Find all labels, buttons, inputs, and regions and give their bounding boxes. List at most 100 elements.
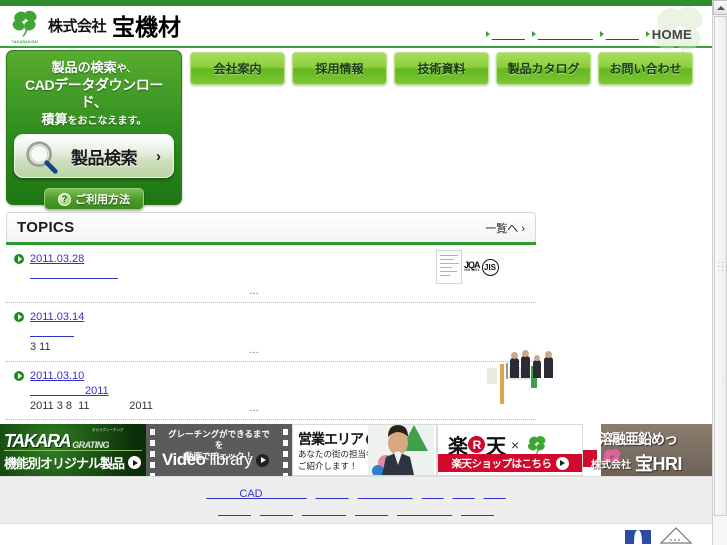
utility-navigation: ＿＿＿ ＿＿＿＿＿ ＿＿＿ HOME [485,26,692,42]
banner-sales-area[interactable]: 営業エリア あなたの街の担当者を ご紹介します！ [292,424,437,476]
footer-link-2f[interactable]: ＿＿＿ [461,503,494,520]
logo-romaji: TAKARAKIZAI [11,40,39,44]
takara-brand-label: TAKARA [4,431,72,451]
footer-link-2c[interactable]: ＿＿＿＿ [302,503,346,520]
util-nav-label-1: ＿＿＿ [491,29,525,41]
footer-link-1d[interactable]: ＿＿ [422,486,444,503]
arrow-right-icon [645,31,650,37]
film-perforation-right-icon [281,424,290,476]
topic-title-link[interactable]: ＿＿＿＿ [30,323,536,339]
video-caption-line1: グレーチングができるまでを [168,429,270,451]
topic-body: 2011 3 8 11 2011 [30,399,153,412]
jqa-sub-label: ISO 9001 [464,268,480,273]
logo-company-prefix: 株式会社 [48,17,107,35]
lead-line1-small: や、 [116,64,137,75]
util-nav-item-home[interactable]: HOME [645,27,692,42]
rakuten-shop-label: 楽天ショップはこちら [451,457,553,470]
util-nav-item-2[interactable]: ＿＿＿＿＿ [531,26,593,42]
film-perforation-left-icon [148,424,157,476]
topic-date-link[interactable]: 2011.03.28 [30,253,84,265]
product-search-button[interactable]: 製品検索 › [14,134,174,178]
scrollbar-track[interactable] [713,16,727,545]
jis-mark-icon: JIS [481,258,499,276]
topic-date-link[interactable]: 2011.03.14 [30,311,84,323]
banner-takara-hri[interactable]: 溶融亜鉛めっ 株式会社 宝HRI [583,424,712,476]
certificate-document-icon [436,250,462,284]
page-top-blue-icon[interactable] [624,524,652,544]
footer-link-1c[interactable]: ＿＿＿＿＿ [358,486,413,503]
topic-title-link[interactable]: ＿＿＿＿＿2011 [30,382,536,398]
footer-links-row-2: ＿＿＿ ＿＿＿ ＿＿＿＿ ＿＿＿ ＿＿＿＿＿ ＿＿＿ [0,503,712,520]
util-nav-item-3[interactable]: ＿＿＿ [599,26,639,42]
scrollbar-thumb[interactable] [714,16,727,516]
play-bullet-icon [14,312,24,323]
nav-button-catalog[interactable]: 製品カタログ [496,52,591,85]
footer-link-1f[interactable]: ＿＿ [484,486,506,503]
table-row: 2011.03.14 ＿＿＿＿ 3 11 … [6,303,536,362]
sales-area-title: 営業エリア [298,431,364,447]
topic-date-link[interactable]: 2011.03.10 [30,370,84,382]
product-search-panel: 製品の検索や、 CADデータダウンロード、 積算をおこなえます。 製品検索 › … [6,50,182,210]
util-nav-label-2: ＿＿＿＿＿ [537,29,593,41]
topic-ellipsis: … [249,403,259,415]
nav-button-technical[interactable]: 技術資料 [394,52,489,85]
arrow-right-icon [485,31,490,37]
logo-company-name: 宝機材 [112,14,182,40]
arrow-right-icon [599,31,604,37]
page-viewport: TAKARAKIZAI 株式会社 宝機材 ＿＿＿ ＿＿＿＿＿ ＿＿＿ HOME [0,0,712,545]
play-icon [256,453,270,467]
table-row: 2011.03.10 ＿＿＿＿＿2011 2011 3 8 11 2011 … [6,349,553,421]
footer-link-1b[interactable]: ＿＿＿ [316,486,349,503]
hri-company-name: 宝HRI [635,454,683,474]
global-navigation: 会社案内 採用情報 技術資料 製品カタログ お問い合わせ [190,52,693,85]
lead-line1-strong: 製品の検索 [51,60,117,75]
footer-link-2d[interactable]: ＿＿＿ [355,503,388,520]
sales-sub-line2: ご紹介します！ [298,461,358,472]
play-bullet-icon [14,370,24,381]
nav-button-company[interactable]: 会社案内 [190,52,285,85]
footer-link-2b[interactable]: ＿＿＿ [260,503,293,520]
lead-line2: CADデータダウンロード、 [25,76,163,111]
topics-title: TOPICS [17,219,75,236]
banner-takara-label: 機能別オリジナル製品 [4,456,125,471]
banner-video-library[interactable]: グレーチングができるまでを 動画でチェック！ Video library [146,424,292,476]
banner-rakuten[interactable]: 楽 R 天 × 楽天ショップはこちら [437,424,583,476]
lead-line3-strong: 積算 [41,111,68,127]
site-logo[interactable]: TAKARAKIZAI 株式会社 宝機材 [8,8,182,44]
question-mark-icon: ? [58,192,71,206]
nav-button-contact[interactable]: お問い合わせ [598,52,693,85]
footer-link-cad[interactable]: ＿＿＿CAD＿＿＿＿ [206,486,306,503]
site-footer: ＿＿＿CAD＿＿＿＿ ＿＿＿ ＿＿＿＿＿ ＿＿ ＿＿ ＿＿ ＿＿＿ ＿＿＿ ＿＿… [0,476,712,524]
footer-link-2e[interactable]: ＿＿＿＿＿ [397,503,452,520]
scrollbar-up-arrow[interactable] [713,0,727,15]
vertical-scrollbar[interactable] [712,0,727,545]
play-icon [555,456,569,470]
topics-view-all-link[interactable]: 一覧へ › [485,220,525,236]
util-nav-label-3: ＿＿＿ [605,29,639,41]
arrow-right-icon [531,31,536,37]
util-nav-item-1[interactable]: ＿＿＿ [485,26,525,42]
scrollbar-grip-icon [718,262,727,271]
lead-line3-small: をおこなえます。 [67,115,147,127]
topic-ellipsis: … [249,286,259,298]
hri-company-prefix: 株式会社 [591,459,631,471]
hri-banner-title: 溶融亜鉛めっ [599,431,678,447]
footer-link-2a[interactable]: ＿＿＿ [218,503,251,520]
banner-takara-grating[interactable]: TAKARA GRATING タカラグレーチング 機能別オリジナル製品 [0,424,146,476]
rakuten-r-icon: R [468,436,485,453]
topic-body: 3 11 [30,341,51,354]
product-search-label: 製品検索 [71,148,138,168]
navigation-and-search-row: 会社案内 採用情報 技術資料 製品カタログ お問い合わせ 製品の検索や、 CAD… [0,48,712,210]
how-to-use-label: ご利用方法 [75,194,130,206]
site-header: TAKARAKIZAI 株式会社 宝機材 ＿＿＿ ＿＿＿＿＿ ＿＿＿ HOME [0,6,712,64]
nav-button-recruit[interactable]: 採用情報 [292,52,387,85]
page-top-outline-icon[interactable] [660,524,692,544]
how-to-use-button[interactable]: ? ご利用方法 [44,188,144,210]
footer-link-1e[interactable]: ＿＿ [453,486,475,503]
topic-ellipsis: … [249,344,259,356]
chevron-right-icon: › [156,147,161,165]
clover-logo-icon [528,435,546,455]
topic-thumbnail-photo[interactable] [487,349,553,404]
video-label: Video [162,450,206,469]
topic-thumbnail-certificate[interactable]: JQA ISO 9001 JIS [436,249,508,285]
